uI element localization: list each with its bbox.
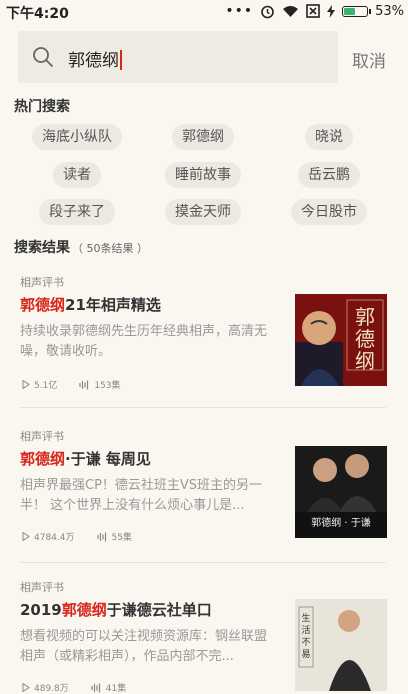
status-icons: ••• 53% <box>225 3 404 19</box>
search-icon <box>33 47 53 67</box>
result-thumbnail: 郭 德 纲 <box>295 294 387 386</box>
battery-percent: 53% <box>375 3 404 19</box>
hot-tag[interactable]: 读者 <box>53 162 101 188</box>
play-icon <box>22 683 30 692</box>
thumbnail-art: 郭 德 纲 <box>295 294 387 386</box>
svg-text:不: 不 <box>301 637 310 648</box>
result-thumbnail: 郭德纲 · 于谦 <box>295 446 387 538</box>
result-meta: 489.8万 41集 <box>22 681 126 694</box>
result-desc: 想看视频的可以关注视频资源库：钢丝联盟相声（或精彩相声），作品内部不完... <box>20 629 268 664</box>
search-query: 郭德纲 <box>68 46 122 71</box>
result-card[interactable]: 相声评书 2019郭德纲于谦德云社单口 想看视频的可以关注视频资源库：钢丝联盟相… <box>0 575 408 694</box>
svg-text:活: 活 <box>301 624 310 636</box>
result-meta: 5.1亿 153集 <box>22 378 121 391</box>
result-thumbnail: 生 活 不 易 <box>295 599 387 691</box>
episode-count: 153集 <box>94 381 121 391</box>
hot-tag[interactable]: 睡前故事 <box>165 162 241 188</box>
result-title: 2019郭德纲于谦德云社单口 <box>20 601 212 619</box>
hot-search-title: 热门搜索 <box>14 99 70 115</box>
more-dots-icon: ••• <box>225 3 254 19</box>
play-count: 489.8万 <box>34 684 69 694</box>
status-time: 下午4:20 <box>6 6 69 22</box>
hot-tag[interactable]: 晓说 <box>305 124 353 150</box>
hot-tag[interactable]: 岳云鹏 <box>298 162 360 188</box>
results-title: 搜索结果（ 50条结果 ） <box>14 237 148 257</box>
result-category: 相声评书 <box>20 276 64 289</box>
hot-tag[interactable]: 摸金天师 <box>165 199 241 225</box>
svg-text:生: 生 <box>301 612 310 624</box>
result-title: 郭德纲21年相声精选 <box>20 296 161 314</box>
battery-icon <box>342 5 372 17</box>
divider <box>20 407 386 408</box>
cancel-button[interactable]: 取消 <box>352 47 386 72</box>
result-card[interactable]: 相声评书 郭德纲21年相声精选 持续收录郭德纲先生历年经典相声，高清无噪，敬请收… <box>0 270 408 405</box>
episodes-icon <box>91 683 100 692</box>
divider <box>20 562 386 563</box>
thumbnail-art: 郭德纲 · 于谦 <box>295 446 387 538</box>
episode-count: 41集 <box>105 684 127 694</box>
results-title-label: 搜索结果 <box>14 240 70 256</box>
episode-count: 55集 <box>111 533 132 543</box>
results-count: （ 50条结果 ） <box>72 242 148 255</box>
hot-tag[interactable]: 段子来了 <box>39 199 115 225</box>
result-title: 郭德纲·于谦 每周见 <box>20 450 151 468</box>
result-desc: 持续收录郭德纲先生历年经典相声，高清无噪，敬请收听。 <box>20 324 268 359</box>
text-caret <box>120 50 122 70</box>
play-count: 5.1亿 <box>34 381 58 391</box>
result-desc: 相声界最强CP！德云社班主VS班主的另一半！ 这个世界上没有什么烦心事儿是... <box>20 478 263 513</box>
charging-icon <box>327 4 336 18</box>
alarm-icon <box>261 5 274 18</box>
result-card[interactable]: 相声评书 郭德纲·于谦 每周见 相声界最强CP！德云社班主VS班主的另一半！ 这… <box>0 424 408 559</box>
play-count: 4784.4万 <box>34 533 75 543</box>
wifi-icon <box>283 5 299 17</box>
episodes-icon <box>96 532 106 541</box>
svg-text:郭: 郭 <box>355 305 375 329</box>
no-sim-icon <box>306 4 320 18</box>
svg-text:易: 易 <box>301 649 310 660</box>
result-category: 相声评书 <box>20 581 64 594</box>
svg-text:郭德纲 · 于谦: 郭德纲 · 于谦 <box>311 516 371 529</box>
thumbnail-art: 生 活 不 易 <box>295 599 387 691</box>
play-icon <box>22 380 30 389</box>
status-bar: 下午4:20 ••• 53% <box>0 0 408 24</box>
search-input[interactable]: 郭德纲 <box>18 31 338 83</box>
result-category: 相声评书 <box>20 430 64 443</box>
hot-tag[interactable]: 郭德纲 <box>172 124 234 150</box>
play-icon <box>22 532 30 541</box>
episodes-icon <box>79 380 89 389</box>
hot-tag[interactable]: 海底小纵队 <box>32 124 122 150</box>
result-meta: 4784.4万 55集 <box>22 530 132 543</box>
hot-tag[interactable]: 今日股市 <box>291 199 367 225</box>
svg-text:纲: 纲 <box>355 349 375 373</box>
svg-text:德: 德 <box>355 327 375 351</box>
